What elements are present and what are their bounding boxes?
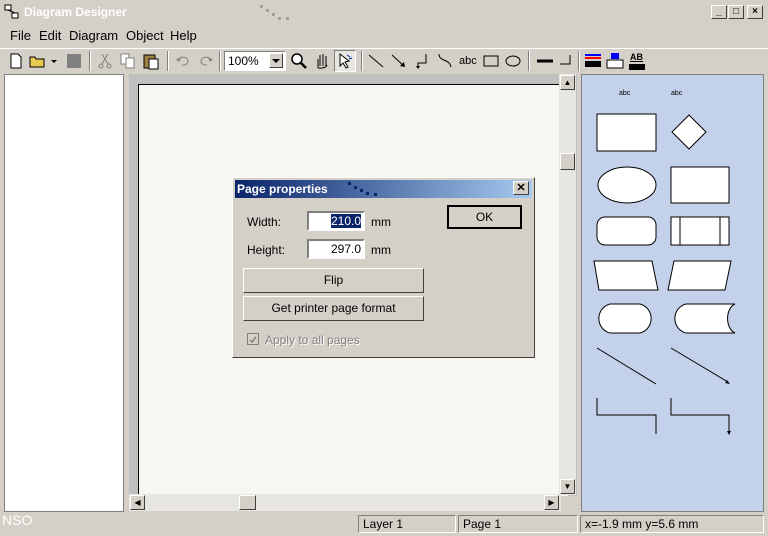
- horizontal-scrollbar[interactable]: ◀ ▶: [129, 494, 561, 511]
- apply-all-label: Apply to all pages: [265, 333, 360, 347]
- dialog-close-button[interactable]: [513, 181, 529, 195]
- rectangle-tool-icon[interactable]: [481, 51, 501, 71]
- shape-connector[interactable]: [596, 398, 657, 434]
- text-color-button[interactable]: AB: [630, 52, 643, 62]
- toolbar-separator: [219, 51, 221, 71]
- menu-help[interactable]: Help: [170, 28, 197, 43]
- shape-data[interactable]: [593, 260, 659, 291]
- status-layer: Layer 1: [358, 515, 456, 533]
- copy-icon[interactable]: [118, 51, 138, 71]
- vertical-scrollbar[interactable]: ▲ ▼: [559, 74, 576, 495]
- height-unit: mm: [371, 243, 391, 257]
- status-page: Page 1: [458, 515, 578, 533]
- open-dropdown-icon[interactable]: [48, 51, 60, 71]
- paste-icon[interactable]: [141, 51, 161, 71]
- cut-icon[interactable]: [95, 51, 115, 71]
- menu-edit[interactable]: Edit: [39, 28, 61, 43]
- shape-rectangle[interactable]: [596, 113, 657, 152]
- shape-diamond[interactable]: [671, 114, 707, 150]
- height-label: Height:: [247, 243, 286, 257]
- status-coordinates: x=-1.9 mm y=5.6 mm: [580, 515, 764, 533]
- app-icon: [4, 4, 19, 19]
- width-unit: mm: [371, 215, 391, 229]
- close-button[interactable]: ×: [747, 5, 763, 19]
- width-input[interactable]: 210.0: [307, 211, 365, 231]
- toolbar-separator: [361, 51, 363, 71]
- text-tool-button[interactable]: abc: [459, 55, 477, 67]
- select-tool-button[interactable]: [334, 50, 356, 72]
- redo-icon[interactable]: [196, 51, 216, 71]
- shape-ellipse[interactable]: [597, 166, 657, 204]
- width-label: Width:: [247, 215, 282, 229]
- minimize-button[interactable]: _: [711, 5, 727, 19]
- shape-process[interactable]: [670, 166, 730, 204]
- line-width-icon[interactable]: [535, 51, 555, 71]
- line-color-icon[interactable]: [583, 51, 603, 71]
- pan-hand-icon[interactable]: [312, 51, 332, 71]
- arrow-tool-icon[interactable]: [389, 51, 409, 71]
- shape-manual-input[interactable]: [667, 260, 732, 291]
- ok-button[interactable]: OK: [447, 205, 522, 229]
- window-title: Diagram Designer: [24, 5, 127, 19]
- apply-all-checkbox[interactable]: [247, 333, 259, 345]
- scroll-left-button[interactable]: ◀: [130, 495, 145, 510]
- zoom-value: 100%: [228, 54, 259, 68]
- ellipse-tool-icon[interactable]: [503, 51, 523, 71]
- open-icon[interactable]: [28, 51, 48, 71]
- shape-arrow[interactable]: [670, 347, 729, 383]
- horizontal-scroll-thumb[interactable]: [239, 495, 256, 510]
- get-printer-format-button[interactable]: Get printer page format: [243, 296, 424, 321]
- menu-diagram[interactable]: Diagram: [69, 28, 118, 43]
- zoom-magnifier-icon[interactable]: [289, 51, 309, 71]
- undo-icon[interactable]: [173, 51, 193, 71]
- checkmark-icon: [249, 336, 257, 344]
- dialog-title-decoration-icon: [348, 182, 377, 196]
- toolbar-separator: [528, 51, 530, 71]
- shape-terminator[interactable]: [598, 303, 652, 334]
- close-icon: [517, 183, 525, 191]
- select-arrow-icon: [339, 52, 353, 69]
- shapes-palette-icons: [593, 113, 736, 435]
- chevron-down-icon: [272, 59, 280, 63]
- shape-stored-data[interactable]: [674, 303, 736, 334]
- toolbar-separator: [167, 51, 169, 71]
- scroll-down-button[interactable]: ▼: [560, 479, 575, 494]
- new-icon[interactable]: [6, 51, 26, 71]
- toolbar-separator: [89, 51, 91, 71]
- layers-panel[interactable]: [4, 74, 124, 512]
- save-icon[interactable]: [64, 51, 84, 71]
- vertical-scroll-thumb[interactable]: [560, 153, 575, 170]
- text-color-bar-icon: [629, 64, 645, 70]
- scroll-right-button[interactable]: ▶: [544, 495, 559, 510]
- width-value: 210.0: [330, 214, 361, 228]
- title-decoration-icon: [260, 5, 289, 20]
- scroll-up-button[interactable]: ▲: [560, 75, 575, 90]
- shape-text-item[interactable]: abc: [619, 90, 630, 97]
- zoom-dropdown-button[interactable]: [269, 53, 283, 68]
- shape-text-item[interactable]: abc: [671, 90, 682, 97]
- dialog-title: Page properties: [237, 182, 328, 196]
- height-input[interactable]: 297.0: [307, 239, 365, 259]
- shape-rounded-rectangle[interactable]: [596, 216, 657, 246]
- fill-color-icon[interactable]: [605, 51, 625, 71]
- status-logo-text: NSO: [2, 512, 33, 528]
- menu-file[interactable]: File: [10, 28, 31, 43]
- shape-arrow-connector[interactable]: [670, 398, 730, 433]
- curve-tool-icon[interactable]: [435, 51, 455, 71]
- shape-line[interactable]: [596, 347, 657, 385]
- line-end-icon[interactable]: [556, 51, 576, 71]
- line-tool-icon[interactable]: [366, 51, 386, 71]
- maximize-button[interactable]: □: [728, 5, 744, 19]
- menu-object[interactable]: Object: [126, 28, 164, 43]
- toolbar-separator: [578, 51, 580, 71]
- connector-tool-icon[interactable]: [412, 51, 432, 71]
- flip-button[interactable]: Flip: [243, 268, 424, 293]
